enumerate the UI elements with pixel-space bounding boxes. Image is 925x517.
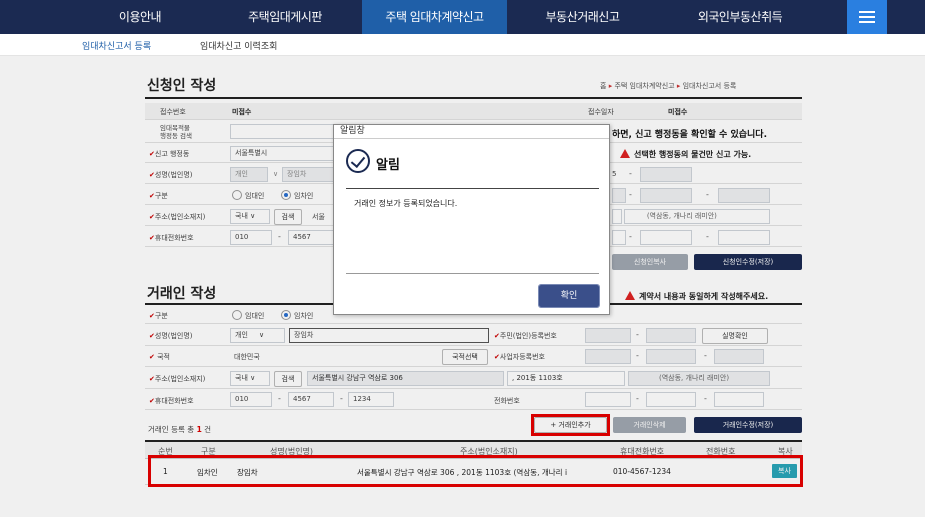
- dialog-divider: [346, 188, 599, 189]
- top-navigation: 이용안내 주택임대게시판 주택 임대차계약신고 부동산거래신고 외국인부동산취득: [0, 0, 925, 34]
- subnav-history[interactable]: 임대차신고 이력조회: [200, 39, 277, 52]
- dialog-heading: 알림: [376, 158, 400, 173]
- nav-item-realestate-report[interactable]: 부동산거래신고: [520, 0, 645, 34]
- dialog-footer-divider: [346, 273, 599, 274]
- dialog-titlebar: 알림창: [334, 125, 609, 139]
- check-circle-icon: [346, 149, 370, 173]
- subnav-register[interactable]: 임대차신고서 등록: [82, 39, 151, 52]
- nav-item-guide[interactable]: 이용안내: [95, 0, 185, 34]
- nav-item-lease-report[interactable]: 주택 임대차계약신고: [362, 0, 507, 34]
- menu-icon[interactable]: [847, 0, 887, 34]
- nav-item-board[interactable]: 주택임대게시판: [225, 0, 345, 34]
- nav-item-foreigner[interactable]: 외국인부동산취득: [665, 0, 815, 34]
- sub-navigation: 임대차신고서 등록 임대차신고 이력조회: [0, 34, 925, 56]
- ok-button[interactable]: 확인: [538, 284, 600, 308]
- alert-dialog: 알림창 알림 거래인 정보가 등록되었습니다. 확인: [333, 124, 610, 315]
- dialog-message: 거래인 정보가 등록되었습니다.: [354, 199, 458, 208]
